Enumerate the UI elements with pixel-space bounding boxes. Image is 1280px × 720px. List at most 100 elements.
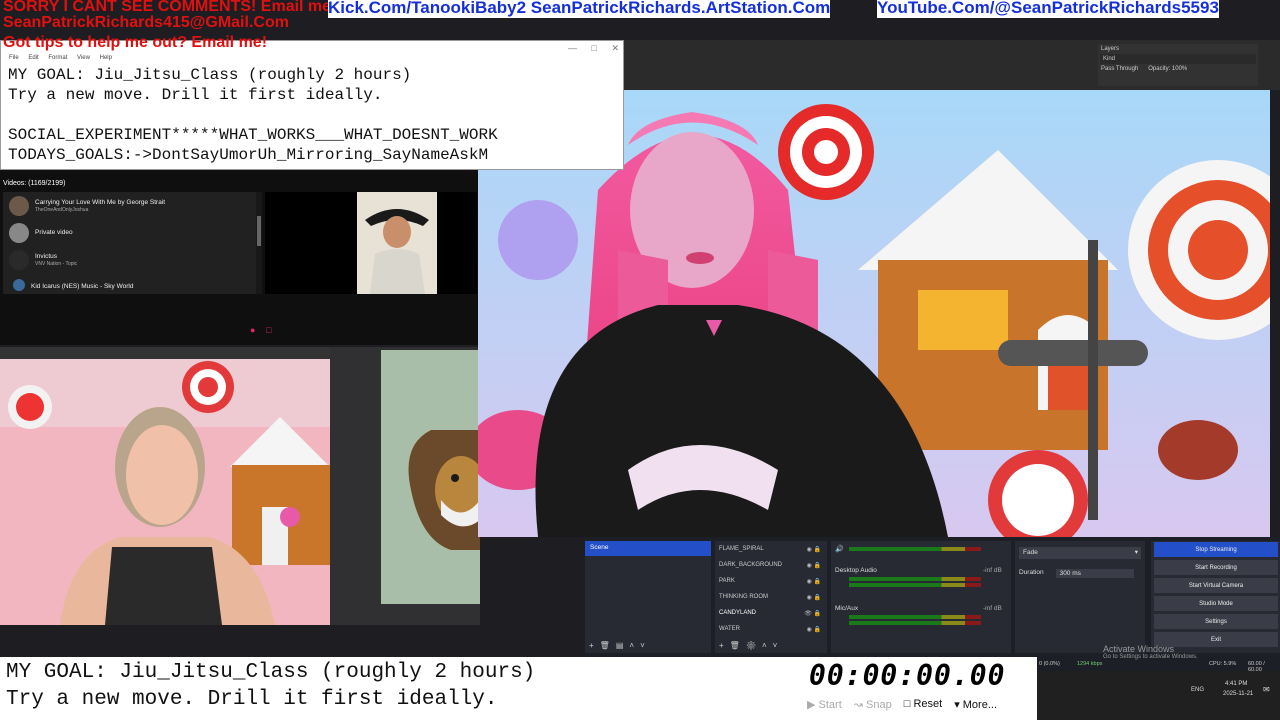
menu-edit[interactable]: Edit [28, 55, 38, 61]
up-icon[interactable]: ˄ [629, 641, 640, 650]
up-icon[interactable]: ˄ [762, 641, 773, 650]
visibility-icon[interactable]: ◉ 🔒 [807, 594, 821, 601]
studio-mode-button[interactable]: Studio Mode [1154, 596, 1278, 611]
video-title: Invictus [35, 252, 58, 260]
bitrate: 1294 kbps [1077, 661, 1103, 667]
speaker-icon[interactable]: 🔊 [835, 545, 844, 553]
source-label: WATER [719, 626, 740, 632]
menu-format[interactable]: Format [48, 55, 67, 61]
source-label: PARK [719, 578, 735, 584]
stopwatch: 00:00:00.00 ▶ Start ↝ Snap □ Reset ▾ Mor… [805, 657, 1037, 720]
watermark-subtitle: Go to Settings to activate Windows. [1103, 654, 1198, 660]
list-item[interactable]: Carrying Your Love With Me by George Str… [3, 192, 256, 219]
menu-view[interactable]: View [77, 55, 90, 61]
add-icon[interactable]: + [589, 641, 600, 650]
video-title: Carrying Your Love With Me by George Str… [35, 198, 166, 206]
down-icon[interactable]: ˅ [773, 641, 784, 650]
start-label: Start [818, 699, 842, 711]
language-indicator[interactable]: ENG [1191, 687, 1204, 693]
duration-label: Duration [1019, 569, 1044, 576]
source-item[interactable]: DARK_BACKGROUND ◉ 🔒 [715, 557, 827, 573]
duration-field[interactable]: 300 ms [1055, 569, 1134, 578]
mixer-track-name: Desktop Audio [835, 567, 877, 574]
transition-select[interactable]: Fade ▾ [1019, 547, 1141, 559]
trash-icon[interactable]: 🗑 [730, 641, 746, 650]
add-icon[interactable]: + [719, 641, 730, 650]
notepad-titlebar[interactable]: — □ ✕ [1, 41, 623, 55]
source-item[interactable]: PARK ◉ 🔒 [715, 573, 827, 589]
banner-comments-note: SORRY I CANT SEE COMMENTS! Email me: [3, 0, 337, 15]
playlist-scrollbar[interactable] [256, 192, 262, 294]
maximize-icon[interactable]: □ [592, 43, 597, 53]
source-item[interactable]: FLAME_SPIRAL ◉ 🔒 [715, 541, 827, 557]
youtube-playlist-panel: Videos: (1169/2199) Carrying Your Love W… [0, 170, 478, 345]
more-button[interactable]: ▾ More... [954, 698, 997, 711]
goal-text-overlay: MY GOAL: Jiu_Jitsu_Class (roughly 2 hour… [0, 657, 805, 720]
notification-icon[interactable]: ✉ [1263, 685, 1270, 694]
video-channel: VNV Nation - Topic [35, 260, 78, 267]
visibility-icon[interactable]: 👁 🔒 [804, 610, 821, 617]
trash-icon[interactable]: 🗑 [600, 641, 616, 650]
minimize-icon[interactable]: — [568, 43, 577, 53]
volume-meter [849, 615, 981, 619]
goal-line: MY GOAL: Jiu_Jitsu_Class (roughly 2 hour… [6, 661, 536, 684]
notepad-line: TODAYS_GOALS:->DontSayUmorUh_Mirroring_S… [8, 146, 489, 164]
scene-thumbnails-strip [0, 347, 330, 359]
scenes-panel: Scene +🗑▤˄˅ [585, 541, 711, 653]
lion-artwork [381, 350, 480, 604]
visibility-icon[interactable]: ◉ 🔒 [807, 546, 821, 553]
chevron-down-icon: ▾ [1134, 549, 1138, 556]
video-thumbnail [9, 249, 29, 270]
cpu-usage: CPU: 5.9% [1209, 661, 1237, 667]
video-player[interactable] [265, 192, 477, 294]
source-item[interactable]: THINKING ROOM ◉ 🔒 [715, 589, 827, 605]
blend-mode-select[interactable]: Pass Through [1101, 66, 1138, 72]
kind-filter[interactable]: Kind [1103, 56, 1115, 62]
source-item[interactable]: CANDYLAND 👁 🔒 [715, 605, 827, 621]
obs-dock: Scene +🗑▤˄˅ FLAME_SPIRAL ◉ 🔒 DARK_BACKGRO… [585, 537, 1280, 657]
start-virtual-camera-button[interactable]: Start Virtual Camera [1154, 578, 1278, 593]
snap-label: Snap [866, 699, 892, 711]
visibility-icon[interactable]: ◉ 🔒 [807, 626, 821, 633]
transition-value: Fade [1023, 549, 1038, 556]
menu-file[interactable]: File [9, 55, 19, 61]
webcam-image [0, 347, 330, 625]
lion-image [381, 350, 480, 604]
notepad-menu: File Edit Format View Help [1, 55, 623, 65]
sources-toolbar: +🗑⚙˄˅ [719, 641, 783, 650]
notepad-line [8, 105, 623, 125]
start-button[interactable]: ▶ Start [807, 698, 842, 711]
goal-line: Try a new move. Drill it first ideally. [6, 688, 498, 711]
stop-streaming-button[interactable]: Stop Streaming [1154, 542, 1278, 557]
record-icon[interactable]: ● [250, 325, 255, 335]
menu-help[interactable]: Help [100, 55, 112, 61]
visibility-icon[interactable]: ◉ 🔒 [807, 578, 821, 585]
stopwatch-controls: ▶ Start ↝ Snap □ Reset ▾ More... [807, 698, 997, 711]
list-item[interactable]: Kid Icarus (NES) Music - Sky World [3, 273, 256, 291]
filter-icon[interactable]: ▤ [616, 641, 630, 650]
controls-panel: Stop Streaming Start Recording Start Vir… [1151, 541, 1280, 653]
reset-button[interactable]: □ Reset [904, 698, 942, 711]
list-item[interactable]: Private video [3, 219, 256, 246]
volume-meter [849, 621, 981, 625]
stop-icon[interactable]: □ [266, 325, 271, 335]
mixer-track-name: Mic/Aux [835, 605, 859, 612]
scene-item-selected[interactable]: Scene [585, 541, 711, 556]
close-icon[interactable]: ✕ [611, 43, 619, 53]
snap-button[interactable]: ↝ Snap [854, 698, 892, 711]
playlist-header: Videos: (1169/2199) [3, 180, 66, 187]
notepad-text-area[interactable]: MY GOAL: Jiu_Jitsu_Class (roughly 2 hour… [1, 65, 623, 169]
source-item[interactable]: WATER ◉ 🔒 [715, 621, 827, 637]
clock-time[interactable]: 4:41 PM [1225, 681, 1247, 687]
notepad-line: MY GOAL: Jiu_Jitsu_Class (roughly 2 hour… [8, 66, 412, 84]
settings-button[interactable]: Settings [1154, 614, 1278, 629]
start-recording-button[interactable]: Start Recording [1154, 560, 1278, 575]
gear-icon[interactable]: ⚙ [746, 641, 762, 650]
banner-youtube-link: YouTube.Com/@SeanPatrickRichards5593 [877, 0, 1219, 18]
down-icon[interactable]: ˅ [640, 641, 651, 650]
banner-links: Kick.Com/TanookiBaby2 SeanPatrickRichard… [328, 0, 831, 18]
opacity-field[interactable]: Opacity: 100% [1148, 66, 1187, 72]
list-item[interactable]: Invictus VNV Nation - Topic [3, 246, 256, 273]
visibility-icon[interactable]: ◉ 🔒 [807, 562, 821, 569]
mixer-track-level: -inf dB [983, 605, 1002, 612]
